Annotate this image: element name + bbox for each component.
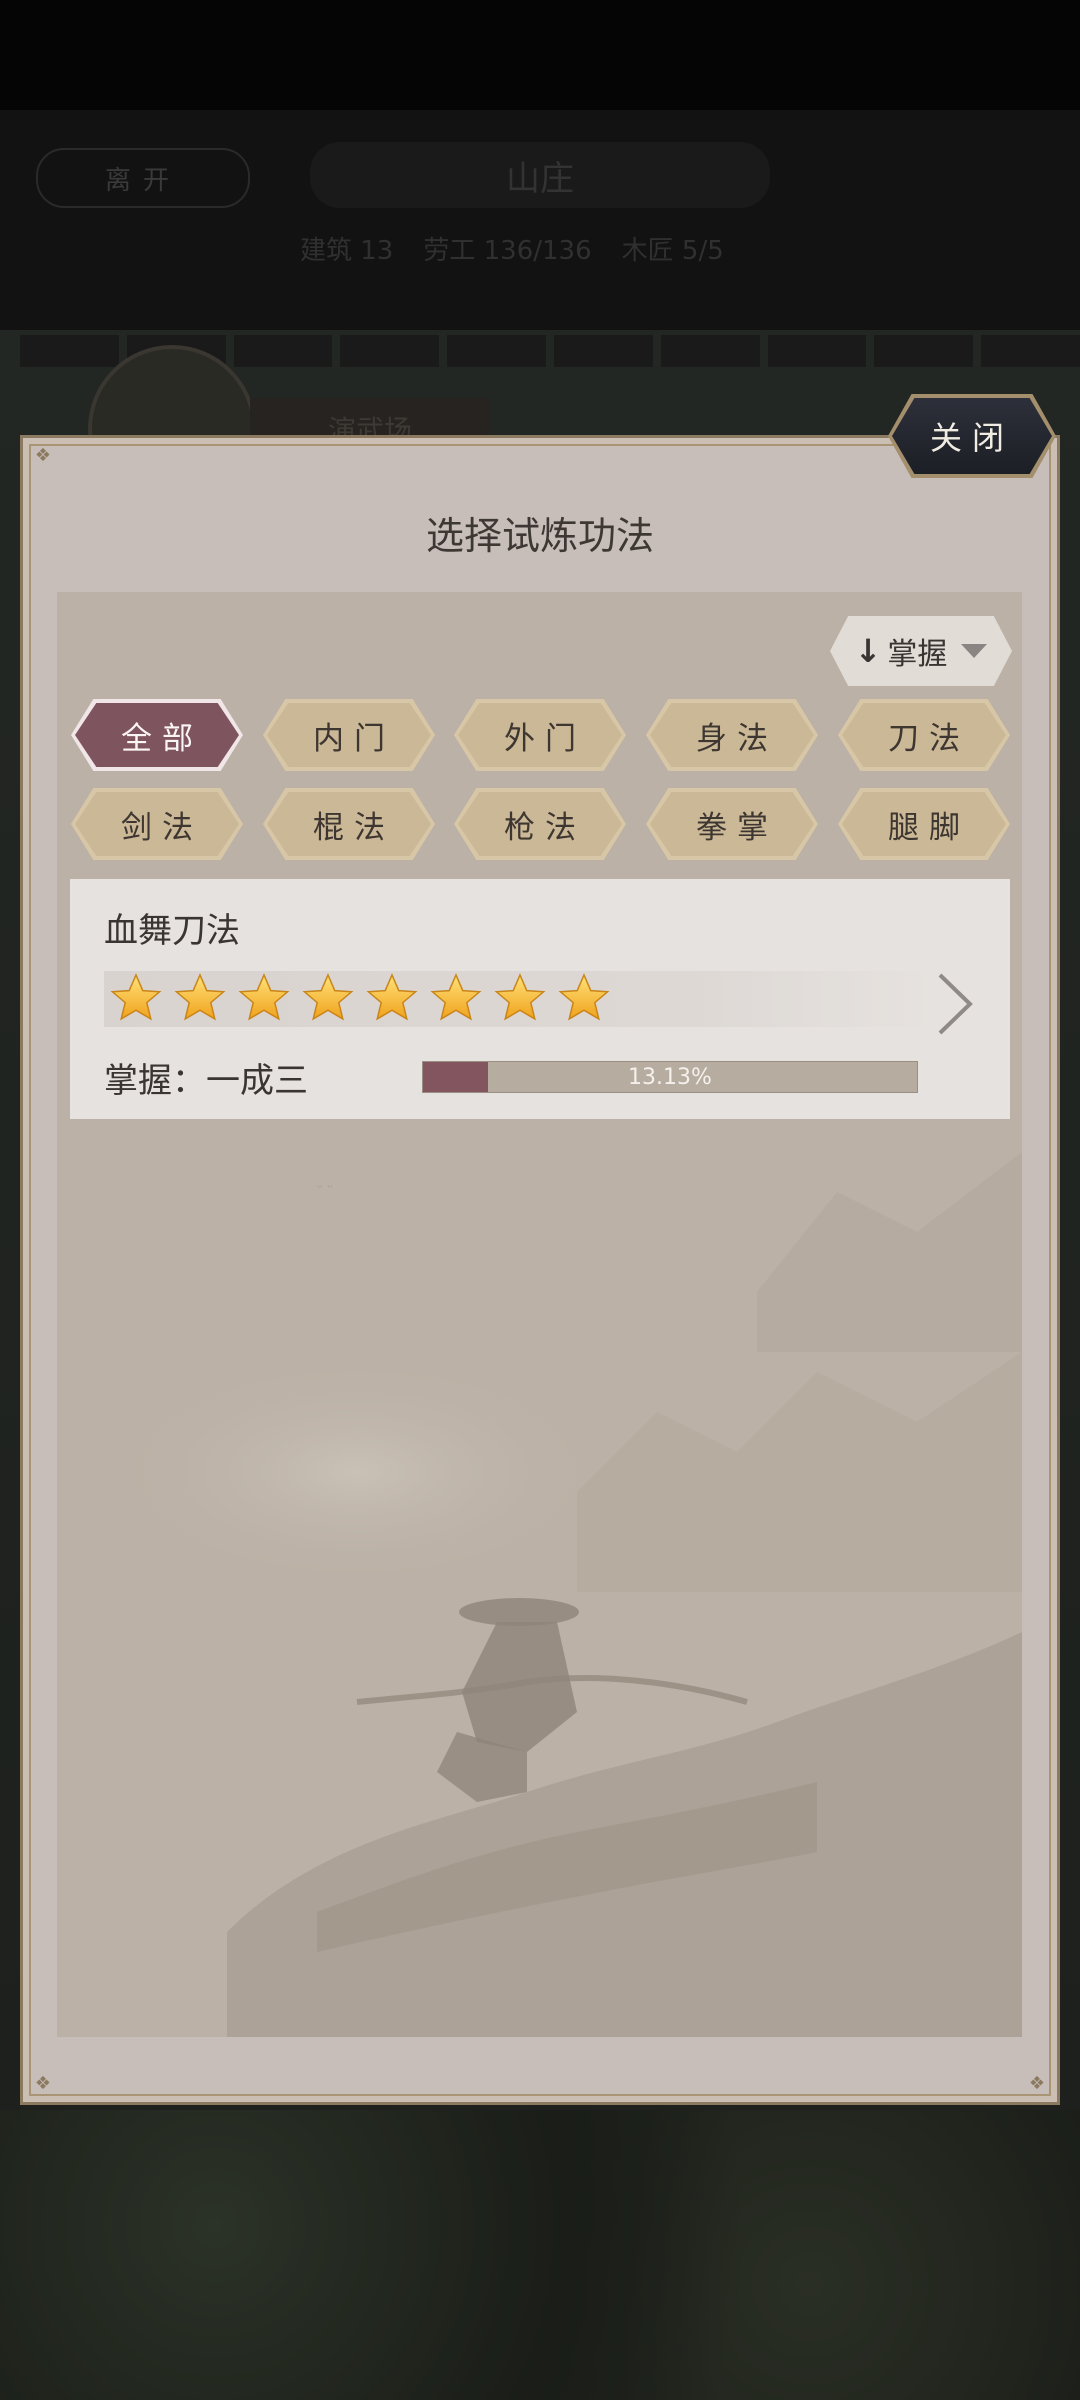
filter-label: 全部 xyxy=(75,703,239,767)
filter-staff[interactable]: 棍法 xyxy=(263,788,435,860)
star-icon xyxy=(494,973,546,1021)
star-icon xyxy=(174,973,226,1021)
filter-label: 内门 xyxy=(267,703,431,767)
filter-label: 棍法 xyxy=(267,792,431,856)
filter-all[interactable]: 全部 xyxy=(71,699,243,771)
background-stats: 建筑 13 劳工 136/136 木匠 5/5 xyxy=(300,230,724,267)
star-icon xyxy=(558,973,610,1021)
svg-text:ᵕ ᵕ: ᵕ ᵕ xyxy=(317,1180,333,1196)
filter-label: 腿脚 xyxy=(842,792,1006,856)
star-icon xyxy=(302,973,354,1021)
star-icon xyxy=(110,973,162,1021)
filter-spear[interactable]: 枪法 xyxy=(454,788,626,860)
skill-rank-stars xyxy=(104,971,938,1027)
skill-name: 血舞刀法 xyxy=(104,911,240,951)
filter-label: 拳掌 xyxy=(650,792,814,856)
dropdown-triangle-icon xyxy=(961,644,988,658)
corner-ornament: ❖ xyxy=(34,2073,52,2094)
mastery-progress-text: 13.13% xyxy=(628,1064,712,1090)
star-icon xyxy=(430,973,482,1021)
filter-blade[interactable]: 刀法 xyxy=(838,699,1010,771)
filter-movement[interactable]: 身法 xyxy=(646,699,818,771)
leave-button: 离开 xyxy=(36,148,250,208)
dialog-title: 选择试炼功法 xyxy=(425,514,654,558)
sort-descending-icon: ↓ xyxy=(854,632,882,670)
star-icon xyxy=(366,973,418,1021)
stat-buildings: 建筑 13 xyxy=(300,236,394,266)
stat-laborers: 劳工 136/136 xyxy=(423,236,592,266)
stat-carpenters: 木匠 5/5 xyxy=(621,236,724,266)
filter-label: 刀法 xyxy=(842,703,1006,767)
sort-label: 掌握 xyxy=(887,637,948,672)
filter-sword[interactable]: 剑法 xyxy=(71,788,243,860)
background-title: 山庄 xyxy=(310,142,770,208)
star-icon xyxy=(238,973,290,1021)
filter-label: 枪法 xyxy=(458,792,622,856)
corner-ornament: ❖ xyxy=(1028,2073,1046,2094)
sort-by-mastery-button[interactable]: ↓ 掌握 xyxy=(830,616,1012,686)
filter-label: 身法 xyxy=(650,703,814,767)
filter-leg-kick[interactable]: 腿脚 xyxy=(838,788,1010,860)
chevron-right-icon[interactable] xyxy=(932,971,976,1037)
skill-card[interactable]: 血舞刀法 掌握：一成三 13.13% xyxy=(70,879,1010,1119)
mastery-label: 掌握：一成三 xyxy=(104,1061,308,1101)
mastery-progress-bar: 13.13% xyxy=(422,1061,918,1093)
close-button[interactable]: 关闭 xyxy=(892,398,1052,474)
filter-label: 外门 xyxy=(458,703,622,767)
corner-ornament: ❖ xyxy=(34,445,52,466)
background-foliage xyxy=(0,2110,1080,2400)
filter-outer-sect[interactable]: 外门 xyxy=(454,699,626,771)
filter-fist-palm[interactable]: 拳掌 xyxy=(646,788,818,860)
filter-inner-sect[interactable]: 内门 xyxy=(263,699,435,771)
filter-label: 剑法 xyxy=(75,792,239,856)
